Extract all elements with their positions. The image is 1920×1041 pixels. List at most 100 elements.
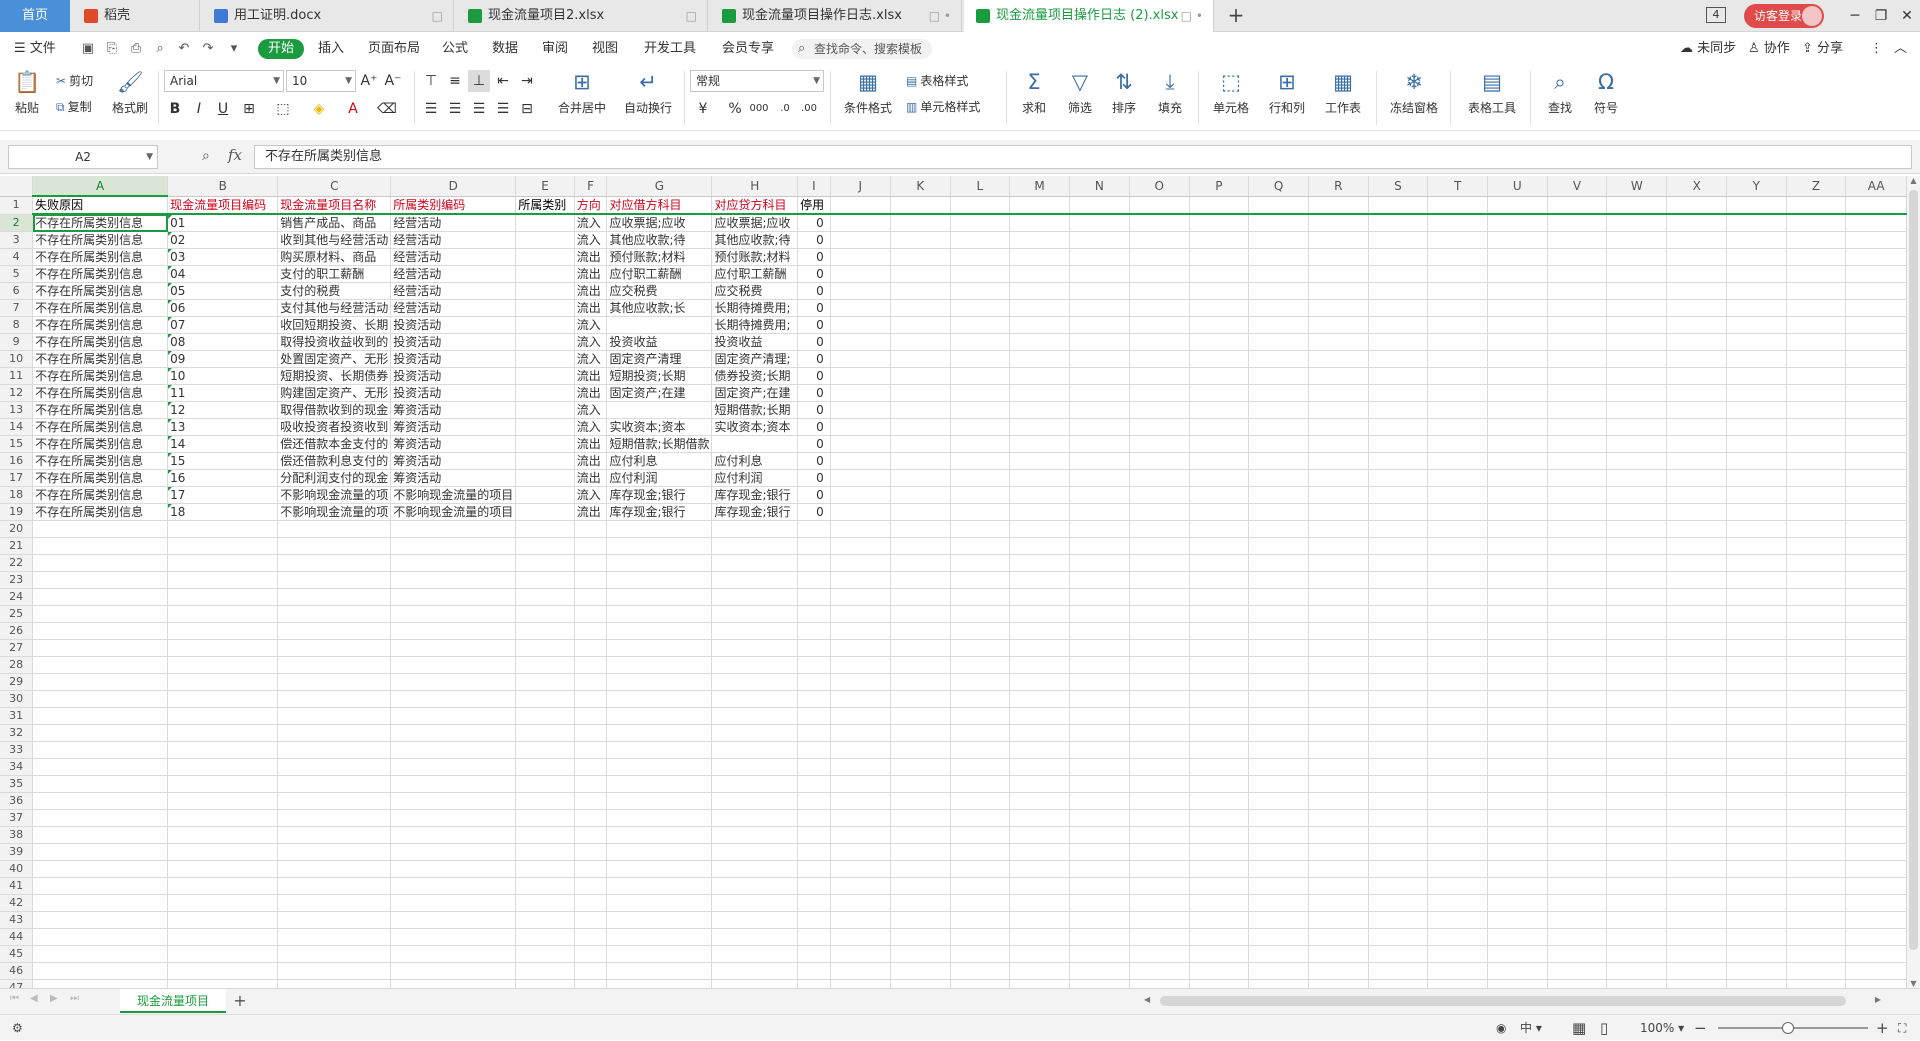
column-header[interactable]: P: [1189, 176, 1250, 197]
cell[interactable]: [1069, 248, 1130, 266]
cell[interactable]: [1606, 435, 1668, 453]
cell[interactable]: 经营活动: [390, 248, 517, 266]
cell[interactable]: [1726, 877, 1787, 895]
cell[interactable]: [515, 503, 575, 521]
cell[interactable]: [797, 945, 831, 963]
cell[interactable]: [1308, 503, 1369, 521]
cell[interactable]: 库存现金;银行: [606, 486, 713, 504]
cell[interactable]: [1427, 350, 1488, 368]
row-header[interactable]: 1: [0, 196, 34, 215]
cell[interactable]: [390, 843, 517, 861]
cell[interactable]: [1786, 520, 1847, 538]
cell[interactable]: [890, 741, 951, 759]
cell[interactable]: 流入: [574, 401, 608, 419]
cell[interactable]: [167, 605, 279, 623]
select-all-corner[interactable]: [0, 176, 34, 197]
cell[interactable]: [606, 605, 713, 623]
cell[interactable]: 流入: [574, 333, 608, 351]
cell[interactable]: 12: [167, 401, 279, 419]
cell[interactable]: [950, 196, 1011, 215]
cell[interactable]: 不存在所属类别信息: [32, 486, 169, 504]
cell[interactable]: [515, 707, 575, 725]
cell[interactable]: [390, 571, 517, 589]
cell[interactable]: [1248, 707, 1309, 725]
cell[interactable]: 18: [167, 503, 279, 521]
cell[interactable]: [1427, 248, 1488, 266]
cell[interactable]: [606, 537, 713, 555]
cell[interactable]: [1427, 299, 1488, 317]
cell[interactable]: [950, 809, 1011, 827]
row-header[interactable]: 12: [0, 384, 34, 402]
cell[interactable]: [950, 418, 1011, 436]
cell[interactable]: [1308, 979, 1369, 988]
row-header[interactable]: 8: [0, 316, 34, 334]
cell[interactable]: 不影响现金流量的项目: [390, 503, 517, 521]
cell[interactable]: [1487, 673, 1548, 691]
cell[interactable]: [32, 656, 169, 674]
cell[interactable]: [890, 860, 951, 878]
cell[interactable]: [1547, 554, 1608, 572]
cell[interactable]: [1069, 554, 1130, 572]
cell[interactable]: 04: [167, 265, 279, 283]
tab-data[interactable]: 数据: [492, 33, 518, 65]
cell[interactable]: [830, 945, 891, 963]
cell[interactable]: [167, 537, 279, 555]
filter-button[interactable]: ▽ 筛选: [1060, 69, 1100, 116]
cell[interactable]: [390, 707, 517, 725]
cell[interactable]: [167, 571, 279, 589]
cell[interactable]: [1308, 299, 1369, 317]
cell[interactable]: [797, 962, 831, 980]
cell[interactable]: [711, 826, 799, 844]
cell[interactable]: [1845, 231, 1907, 249]
cell[interactable]: [797, 520, 831, 538]
cell[interactable]: [890, 877, 951, 895]
cell[interactable]: 11: [167, 384, 279, 402]
row-header[interactable]: 30: [0, 690, 34, 708]
document-tab[interactable]: 现金流量项目操作日志.xlsx □ •: [710, 0, 962, 32]
cell[interactable]: [1547, 673, 1608, 691]
cell[interactable]: [1189, 333, 1250, 351]
cell[interactable]: [1248, 877, 1309, 895]
cell[interactable]: [1427, 860, 1488, 878]
cell[interactable]: [515, 571, 575, 589]
cell[interactable]: 0: [797, 248, 831, 266]
macro-icon[interactable]: ⚙: [12, 1015, 23, 1041]
cell[interactable]: [1845, 928, 1907, 946]
cell[interactable]: [390, 537, 517, 555]
cell[interactable]: [277, 588, 392, 606]
cell[interactable]: 支付的职工薪酬: [277, 265, 392, 283]
cell[interactable]: [1786, 350, 1847, 368]
cell[interactable]: [1726, 333, 1787, 351]
print-icon[interactable]: ⎙: [128, 41, 144, 57]
cell[interactable]: [711, 928, 799, 946]
cell[interactable]: 0: [797, 503, 831, 521]
cell[interactable]: [1189, 894, 1250, 912]
cell[interactable]: [1606, 809, 1668, 827]
cell[interactable]: [1726, 265, 1787, 283]
cell[interactable]: [1786, 724, 1847, 742]
cell[interactable]: 不影响现金流量的项目: [390, 486, 517, 504]
cell[interactable]: [574, 622, 608, 640]
cell[interactable]: [1845, 945, 1907, 963]
column-header[interactable]: A: [32, 176, 169, 197]
cell[interactable]: [1786, 571, 1847, 589]
cell[interactable]: [1009, 741, 1071, 759]
next-sheet-icon[interactable]: ▶: [50, 993, 58, 1004]
cell[interactable]: [1368, 196, 1429, 215]
cell[interactable]: [1487, 554, 1548, 572]
row-header[interactable]: 2: [0, 214, 34, 232]
cell[interactable]: [1547, 418, 1608, 436]
cell[interactable]: [1487, 503, 1548, 521]
cell[interactable]: [1845, 860, 1907, 878]
cell[interactable]: [606, 724, 713, 742]
cell[interactable]: [167, 588, 279, 606]
cell[interactable]: [950, 265, 1011, 283]
cell[interactable]: [1666, 962, 1728, 980]
column-header[interactable]: W: [1606, 176, 1668, 197]
column-header[interactable]: H: [711, 176, 799, 197]
cell[interactable]: [277, 741, 392, 759]
row-header[interactable]: 20: [0, 520, 34, 538]
cell[interactable]: [1009, 452, 1071, 470]
normal-view-icon[interactable]: ▦: [1572, 1015, 1586, 1041]
cell[interactable]: [1129, 333, 1190, 351]
